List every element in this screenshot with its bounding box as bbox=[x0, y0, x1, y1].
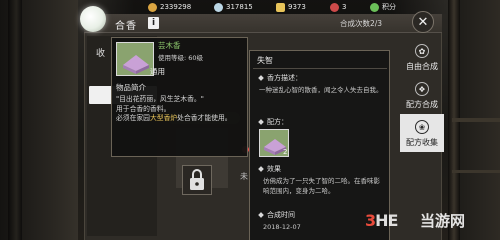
incense-item-icon bbox=[116, 42, 154, 76]
watermark-logo: 3 HE bbox=[365, 208, 398, 232]
panel-title: 合香 bbox=[115, 20, 137, 32]
resource-points[interactable]: 积分 bbox=[370, 1, 396, 13]
item-intro-heading: 物品简介 bbox=[116, 83, 146, 92]
tab-label: 配方收集 bbox=[406, 138, 438, 147]
resource-silver: 317815 bbox=[214, 1, 253, 13]
info-button[interactable]: i bbox=[148, 17, 159, 29]
item-usage-note: 必须在家园大型香炉处合香才能使用。 bbox=[116, 113, 246, 123]
usage-text: 必须在家园 bbox=[116, 114, 150, 122]
resource-value: 3 bbox=[342, 3, 347, 11]
watermark-text: 当游网 bbox=[420, 212, 466, 230]
item-level: 使用等级: 60级 bbox=[158, 54, 204, 62]
item-description: "目出花药丽，风生芝木香。" 用于合香的香料。 bbox=[116, 94, 246, 114]
compose-date: 2018-12-07 bbox=[263, 223, 301, 231]
background-pillar bbox=[8, 0, 22, 240]
section-heading: 合成时间 bbox=[259, 210, 295, 220]
panel-header bbox=[84, 14, 442, 33]
watermark-logo-letters: HE bbox=[375, 210, 398, 230]
compose-count: 合成次数2/3 bbox=[340, 19, 383, 28]
incense-burner-icon: ✿ bbox=[415, 44, 429, 58]
copper-coin-icon bbox=[148, 2, 157, 12]
item-name: 芸木香 bbox=[158, 41, 181, 50]
points-icon bbox=[370, 2, 379, 12]
mode-tabs: ✿ 自由合成 ❖ 配方合成 ❀ 配方收集 bbox=[400, 38, 444, 152]
tab-label: 配方合成 bbox=[406, 100, 438, 109]
recipe-description: 一种迷乱心智的散香，闻之令人失去自我。 bbox=[259, 86, 383, 94]
item-type: 通用 bbox=[150, 67, 165, 76]
background-rail bbox=[452, 118, 500, 122]
divider bbox=[253, 68, 387, 69]
moon-ornament-icon bbox=[80, 6, 106, 32]
watermark-logo-number: 3 bbox=[365, 210, 376, 230]
tab-recipe-compose[interactable]: ❖ 配方合成 bbox=[400, 76, 444, 114]
recipe-title: 失智 bbox=[257, 56, 273, 65]
tab-label: 自由合成 bbox=[406, 62, 438, 71]
background-rail bbox=[452, 170, 500, 173]
usage-text: 处合香才能使用。 bbox=[177, 114, 232, 122]
section-heading: 香方描述： bbox=[259, 73, 302, 83]
lock-icon bbox=[190, 169, 204, 190]
ingredient-count: 2 bbox=[283, 148, 288, 156]
scroll-icon: ❀ bbox=[415, 120, 429, 134]
section-heading: 配方： bbox=[259, 117, 288, 127]
recipe-book-icon: ❖ bbox=[415, 82, 429, 96]
item-description-line: "目出花药丽，风生芝木香。" bbox=[116, 95, 204, 103]
resource-bar: 2339298 317815 9373 3 积分 bbox=[78, 0, 448, 14]
effect-description: 仿佛成为了一只失了智的二哈。在香味影响范围内，变身为二哈。 bbox=[263, 177, 380, 195]
section-heading: 效果 bbox=[259, 164, 281, 174]
silver-coin-icon bbox=[214, 2, 223, 12]
gold-ingot-icon bbox=[276, 2, 285, 12]
unlock-hint: 未 bbox=[240, 172, 248, 181]
points-label: 积分 bbox=[382, 3, 396, 11]
resource-token: 3 bbox=[330, 1, 346, 13]
resource-copper: 2339298 bbox=[148, 1, 191, 13]
usage-highlight: 大型香炉 bbox=[149, 114, 178, 122]
resource-value: 9373 bbox=[288, 3, 306, 11]
close-button[interactable]: ✕ bbox=[412, 11, 434, 33]
tab-free-compose[interactable]: ✿ 自由合成 bbox=[400, 38, 444, 76]
resource-value: 2339298 bbox=[160, 3, 192, 11]
token-icon bbox=[330, 2, 339, 12]
list-heading: 收 bbox=[96, 49, 106, 59]
resource-value: 317815 bbox=[226, 3, 253, 11]
tab-recipe-collection[interactable]: ❀ 配方收集 bbox=[400, 114, 444, 152]
resource-gold: 9373 bbox=[276, 1, 306, 13]
